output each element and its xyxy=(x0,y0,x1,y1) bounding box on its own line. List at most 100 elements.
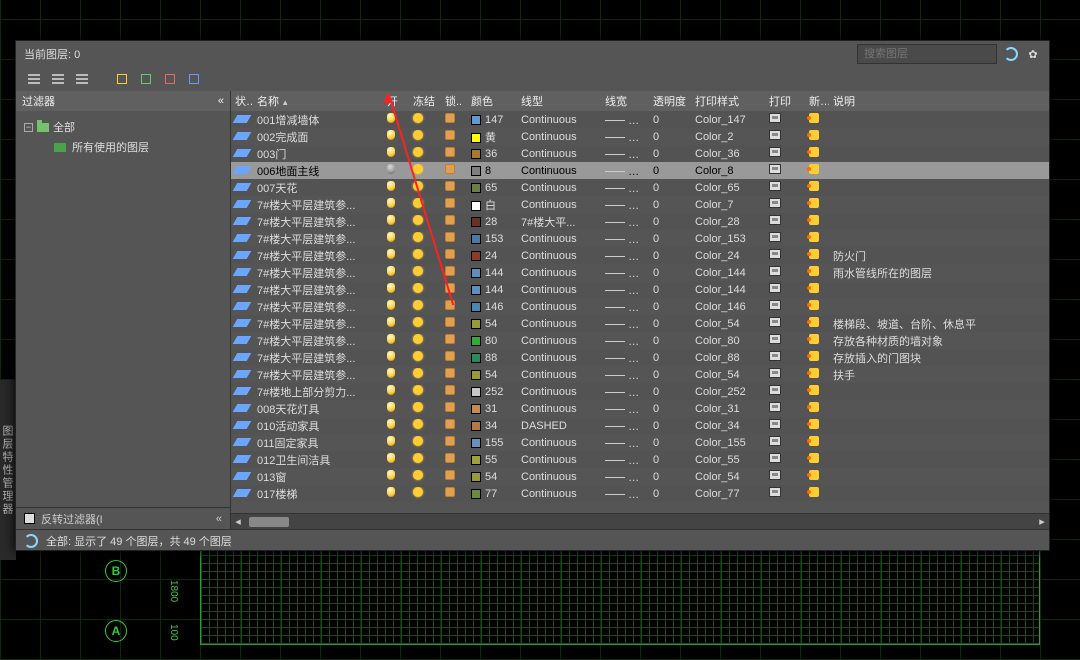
new-vp-freeze-icon[interactable] xyxy=(809,266,819,276)
lock-icon[interactable] xyxy=(445,249,455,259)
lock-icon[interactable] xyxy=(445,334,455,344)
layer-lineweight[interactable]: 默认 xyxy=(601,435,649,451)
lock-icon[interactable] xyxy=(445,283,455,293)
layer-linetype[interactable]: Continuous xyxy=(517,386,601,398)
bulb-icon[interactable] xyxy=(387,232,395,242)
layer-lineweight[interactable]: 默认 xyxy=(601,197,649,213)
layer-linetype[interactable]: Continuous xyxy=(517,182,601,194)
sun-icon[interactable] xyxy=(413,113,423,123)
layer-transparency[interactable]: 0 xyxy=(649,471,691,483)
layer-row[interactable]: 011固定家具155Continuous 默认0Color_155 xyxy=(231,434,1049,451)
lock-icon[interactable] xyxy=(445,198,455,208)
new-layer-icon[interactable] xyxy=(114,71,130,87)
layer-row[interactable]: 7#楼大平层建筑参...54Continuous 默认0Color_54扶手 xyxy=(231,366,1049,383)
bulb-icon[interactable] xyxy=(387,317,395,327)
layer-linetype[interactable]: Continuous xyxy=(517,284,601,296)
lock-icon[interactable] xyxy=(445,113,455,123)
scroll-left-icon[interactable]: ◂ xyxy=(231,515,245,528)
bulb-icon[interactable] xyxy=(387,385,395,395)
col-transparency[interactable]: 透明度 xyxy=(649,93,691,109)
printer-icon[interactable] xyxy=(769,368,781,378)
layer-lineweight[interactable]: 默认 xyxy=(601,316,649,332)
printer-icon[interactable] xyxy=(769,147,781,157)
layer-linetype[interactable]: Continuous xyxy=(517,352,601,364)
printer-icon[interactable] xyxy=(769,283,781,293)
refresh-icon[interactable] xyxy=(24,534,38,548)
layer-lineweight[interactable]: 默认 xyxy=(601,146,649,162)
horizontal-scrollbar[interactable]: ◂ ▸ xyxy=(231,513,1049,529)
col-lineweight[interactable]: 线宽 xyxy=(601,93,649,109)
sun-icon[interactable] xyxy=(413,402,423,412)
col-color[interactable]: 颜色 xyxy=(467,93,517,109)
new-vp-freeze-icon[interactable] xyxy=(809,215,819,225)
layer-transparency[interactable]: 0 xyxy=(649,369,691,381)
sun-icon[interactable] xyxy=(413,334,423,344)
col-freeze[interactable]: 冻结 xyxy=(409,93,441,109)
layer-lineweight[interactable]: 默认 xyxy=(601,452,649,468)
layer-row[interactable]: 017楼梯77Continuous 默认0Color_77 xyxy=(231,485,1049,502)
printer-icon[interactable] xyxy=(769,453,781,463)
layer-lineweight[interactable]: 默认 xyxy=(601,214,649,230)
layer-linetype[interactable]: Continuous xyxy=(517,250,601,262)
refresh-icon[interactable] xyxy=(1003,46,1019,62)
layer-linetype[interactable]: Continuous xyxy=(517,403,601,415)
new-vp-freeze-icon[interactable] xyxy=(809,317,819,327)
layer-transparency[interactable]: 0 xyxy=(649,250,691,262)
col-status[interactable]: 状.. xyxy=(231,93,253,109)
printer-icon[interactable] xyxy=(769,402,781,412)
layer-linetype[interactable]: Continuous xyxy=(517,301,601,313)
new-vp-freeze-icon[interactable] xyxy=(809,351,819,361)
scroll-right-icon[interactable]: ▸ xyxy=(1035,515,1049,528)
printer-icon[interactable] xyxy=(769,487,781,497)
lock-icon[interactable] xyxy=(445,368,455,378)
lock-icon[interactable] xyxy=(445,181,455,191)
layer-row[interactable]: 012卫生间洁具55Continuous 默认0Color_55 xyxy=(231,451,1049,468)
bulb-icon[interactable] xyxy=(387,113,395,123)
layer-lineweight[interactable]: 默认 xyxy=(601,469,649,485)
col-description[interactable]: 说明 xyxy=(829,93,1049,109)
layer-lineweight[interactable]: 默认 xyxy=(601,231,649,247)
new-vp-freeze-icon[interactable] xyxy=(809,334,819,344)
printer-icon[interactable] xyxy=(769,300,781,310)
layer-color[interactable]: 黄 xyxy=(467,129,517,145)
filter-node-all-row[interactable]: − 全部 xyxy=(24,117,222,137)
bulb-icon[interactable] xyxy=(387,436,395,446)
printer-icon[interactable] xyxy=(769,215,781,225)
settings-gear-icon[interactable]: ✿ xyxy=(1025,46,1041,62)
bulb-icon[interactable] xyxy=(387,147,395,157)
bulb-icon[interactable] xyxy=(387,249,395,259)
layer-lineweight[interactable]: 默认 xyxy=(601,299,649,315)
layer-color[interactable]: 54 xyxy=(467,471,517,483)
sun-icon[interactable] xyxy=(413,317,423,327)
layer-row[interactable]: 7#楼大平层建筑参...153Continuous 默认0Color_153 xyxy=(231,230,1049,247)
bulb-icon[interactable] xyxy=(387,351,395,361)
layer-transparency[interactable]: 0 xyxy=(649,335,691,347)
layer-color[interactable]: 155 xyxy=(467,437,517,449)
set-current-icon[interactable] xyxy=(186,71,202,87)
layer-color[interactable]: 54 xyxy=(467,369,517,381)
layer-lineweight[interactable]: 默认 xyxy=(601,384,649,400)
layer-linetype[interactable]: DASHED xyxy=(517,420,601,432)
layer-row[interactable]: 7#楼大平层建筑参...88Continuous 默认0Color_88存放插入… xyxy=(231,349,1049,366)
layer-row[interactable]: 001增减墙体147Continuous 默认0Color_147 xyxy=(231,111,1049,128)
bulb-icon[interactable] xyxy=(387,419,395,429)
printer-icon[interactable] xyxy=(769,436,781,446)
filters-collapse-icon[interactable]: « xyxy=(216,513,222,525)
layer-linetype[interactable]: Continuous xyxy=(517,267,601,279)
layer-transparency[interactable]: 0 xyxy=(649,148,691,160)
lock-icon[interactable] xyxy=(445,436,455,446)
layer-linetype[interactable]: Continuous xyxy=(517,165,601,177)
layer-color[interactable]: 88 xyxy=(467,352,517,364)
layer-linetype[interactable]: Continuous xyxy=(517,369,601,381)
layer-row[interactable]: 7#楼地上部分剪力...252Continuous 默认0Color_252 xyxy=(231,383,1049,400)
layer-row[interactable]: 007天花65Continuous 默认0Color_65 xyxy=(231,179,1049,196)
layer-row[interactable]: 7#楼大平层建筑参...80Continuous 默认0Color_80存放各种… xyxy=(231,332,1049,349)
layer-color[interactable]: 8 xyxy=(467,165,517,177)
layer-transparency[interactable]: 0 xyxy=(649,318,691,330)
bulb-icon[interactable] xyxy=(387,164,395,174)
col-name[interactable]: 名称 xyxy=(253,93,383,109)
layer-color[interactable]: 36 xyxy=(467,148,517,160)
layer-color[interactable]: 144 xyxy=(467,267,517,279)
layer-transparency[interactable]: 0 xyxy=(649,437,691,449)
col-lock[interactable]: 锁.. xyxy=(441,93,467,109)
